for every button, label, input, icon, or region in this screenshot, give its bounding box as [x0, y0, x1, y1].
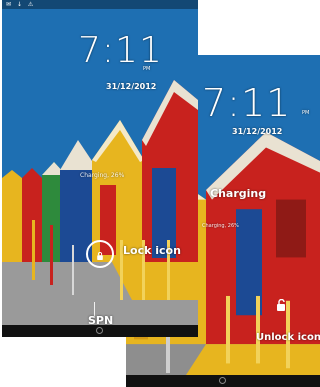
date-label: 31/12/2012	[232, 127, 283, 136]
front-phone-screenshot: ✉ ↓ ⚠ 7:11 PM 31/12/2012 Charging, 26% L…	[2, 0, 198, 337]
lock-icon	[97, 252, 103, 260]
date-label: 31/12/2012	[106, 82, 157, 91]
spn-label: SPN	[88, 314, 114, 325]
status-bar: ✉ ↓ ⚠	[2, 0, 198, 9]
notification-icons: ✉ ↓ ⚠	[6, 1, 36, 8]
back-nav-bar	[126, 375, 320, 387]
clock-time: 7:11	[202, 81, 292, 125]
home-button[interactable]	[96, 327, 103, 334]
unlock-icon[interactable]	[276, 299, 286, 311]
front-lock-screen: ✉ ↓ ⚠ 7:11 PM 31/12/2012 Charging, 26% L…	[2, 0, 198, 325]
lock-ring[interactable]	[86, 240, 114, 268]
charging-callout: Charging	[210, 187, 267, 200]
home-button[interactable]	[219, 377, 226, 384]
am-pm-indicator: PM	[143, 66, 151, 72]
clock-time: 7:11	[78, 30, 163, 71]
charging-status: Charging, 26%	[202, 223, 239, 229]
charging-status: Charging, 26%	[80, 172, 125, 179]
am-pm-indicator: PM	[302, 110, 310, 116]
front-nav-bar	[2, 325, 198, 337]
unlock-callout: Unlock icon	[256, 332, 320, 343]
lock-callout: Lock icon	[123, 244, 181, 257]
